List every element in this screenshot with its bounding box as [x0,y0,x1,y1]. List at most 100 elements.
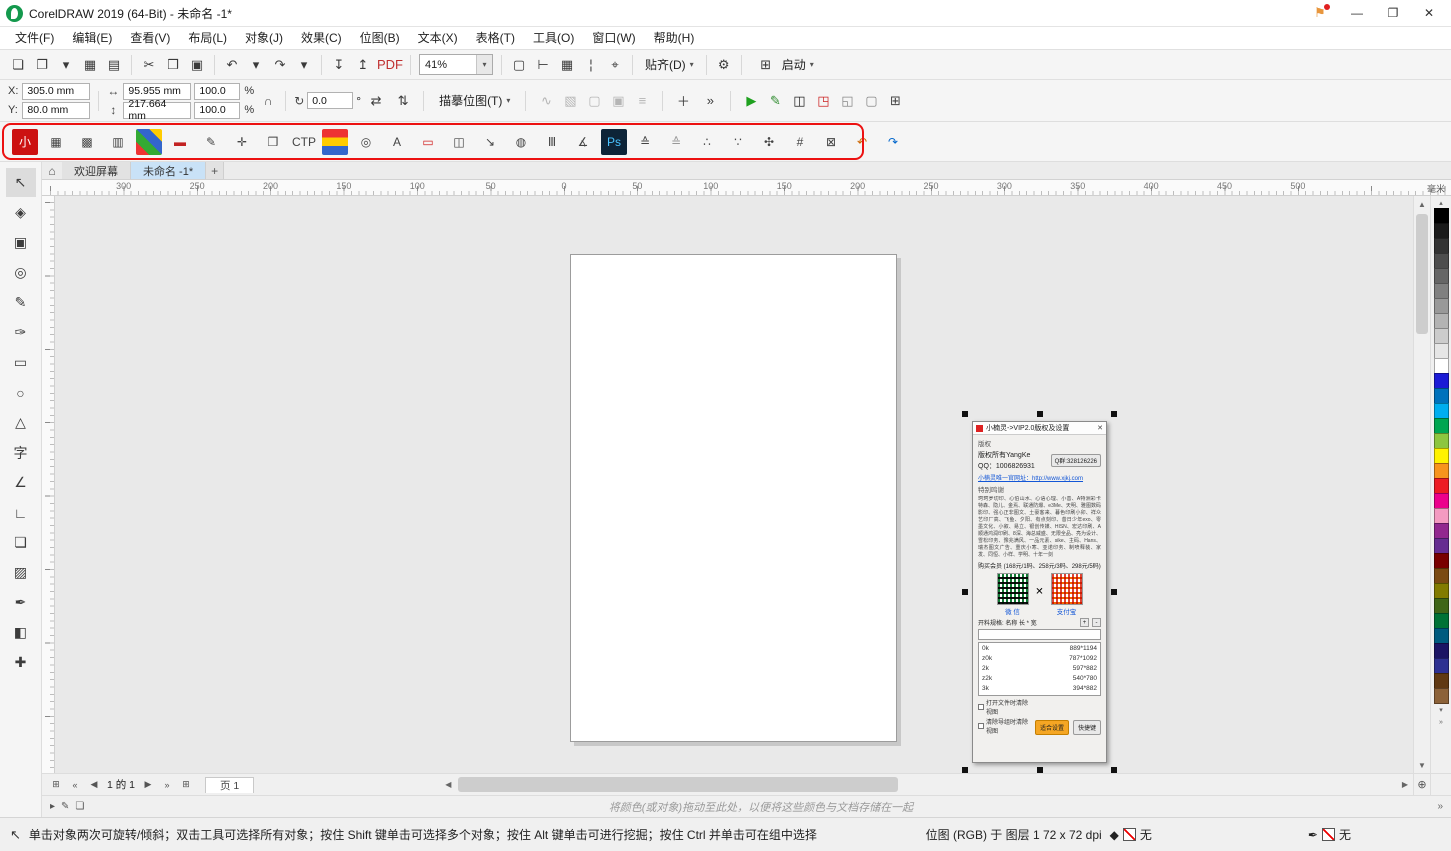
menu-window[interactable]: 窗口(W) [583,27,644,49]
options-button[interactable]: ⚙ [712,53,736,77]
color-swatch[interactable] [1434,328,1449,344]
palette-more-icon[interactable]: » [1439,716,1443,728]
cut-button[interactable]: ✂ [137,53,161,77]
horizontal-scrollbar[interactable]: ◀ ▶ [440,774,1413,795]
qq-group-button[interactable]: Q群:328126226 [1051,454,1101,467]
trace-bitmap-dropdown[interactable]: 描摹位图(T) ▾ [432,89,517,113]
redo-dropdown[interactable]: ▾ [292,53,316,77]
mirror-vertical-button[interactable]: ⇅ [391,89,415,113]
color-swatch[interactable] [1434,538,1449,554]
plugin-unlock-icon[interactable]: ≙ [663,129,689,155]
color-swatch[interactable] [1434,673,1449,689]
scale-y-field[interactable]: 100.0 [194,102,240,119]
open-dropdown[interactable]: ▾ [54,53,78,77]
crop-tool[interactable]: ▣ [6,228,36,257]
palette-down-icon[interactable]: ▾ [1439,704,1443,716]
plugin-redo-icon[interactable]: ↷ [880,129,906,155]
menu-file[interactable]: 文件(F) [6,27,63,49]
show-guidelines-button[interactable]: ¦ [579,53,603,77]
color-swatch[interactable] [1434,643,1449,659]
spec-add-button[interactable]: + [1080,618,1089,627]
color-swatch[interactable] [1434,613,1449,629]
home-icon[interactable]: ⌂ [42,162,62,179]
tray-more-icon[interactable]: » [1437,801,1443,812]
shape-tool[interactable]: ◈ [6,198,36,227]
bitmap-mask-icon[interactable]: ▢ [582,89,606,113]
selection-handle[interactable] [1111,411,1117,417]
plugin-ctp-icon[interactable]: CTP [291,129,317,155]
menu-edit[interactable]: 编辑(E) [63,27,121,49]
polygon-tool[interactable]: △ [6,408,36,437]
color-swatch[interactable] [1434,388,1449,404]
resample-bitmap-icon[interactable]: ▣ [606,89,630,113]
paper-size-row[interactable]: 0k 889*1194 [982,644,1097,654]
wrap-text-icon[interactable]: ≡ [630,89,654,113]
next-page-button[interactable]: ▶ [140,777,156,793]
undo-dropdown[interactable]: ▾ [244,53,268,77]
spec-name-input[interactable] [978,629,1101,640]
selected-object[interactable]: 小楠灵->VIP2.0版权及设置 ✕ 版权 版权所有YangKe QQ：1006… [972,421,1107,763]
vertical-scrollbar[interactable]: ▲ ▼ [1413,196,1430,773]
first-page-button[interactable]: « [67,777,83,793]
color-swatch[interactable] [1434,493,1449,509]
plugin-grid-icon[interactable]: ▦ [43,129,69,155]
color-swatch[interactable] [1434,478,1449,494]
menu-object[interactable]: 对象(J) [236,27,292,49]
color-swatch[interactable] [1434,373,1449,389]
website-link[interactable]: 小楠灵唯一官网址：http://www.xjkj.com [978,473,1101,482]
color-swatch[interactable] [1434,598,1449,614]
redo-button[interactable]: ↷ [268,53,292,77]
plugin-table-icon[interactable]: ▥ [105,129,131,155]
color-swatch[interactable] [1434,448,1449,464]
selection-handle[interactable] [1037,411,1043,417]
publish-pdf-button[interactable]: PDF [375,53,405,77]
color-swatch[interactable] [1434,433,1449,449]
plugin-rotate-copies-icon[interactable]: ✣ [756,129,782,155]
plugin-color-bars-icon[interactable] [322,129,348,155]
undo-button[interactable]: ↶ [220,53,244,77]
tab-untitled-document[interactable]: 未命名 -1* [131,162,206,179]
print-button[interactable]: ▤ [102,53,126,77]
color-eyedropper-tool[interactable]: ✒ [6,588,36,617]
scroll-down-icon[interactable]: ▼ [1414,757,1430,773]
scale-x-field[interactable]: 100.0 [194,83,240,100]
paper-size-row[interactable]: 2k 597*882 [982,664,1097,674]
mirror-horizontal-button[interactable]: ⇄ [364,89,388,113]
outline-status[interactable]: ✒ 无 [1308,826,1351,843]
notification-icon[interactable]: ⚑ [1307,3,1333,23]
drop-shadow-tool[interactable]: ❏ [6,528,36,557]
menu-view[interactable]: 查看(V) [121,27,179,49]
launch-dropdown[interactable]: ⊞ 启动 ▾ [747,53,821,77]
plugin-frame-x-icon[interactable]: ⊠ [818,129,844,155]
plugin-circle-icon[interactable]: ◍ [508,129,534,155]
pick-tool[interactable]: ↖ [6,168,36,197]
expand-tray-icon[interactable]: ▸ [50,801,55,812]
stop-record-button[interactable]: ◱ [835,89,859,113]
color-swatch[interactable] [1434,403,1449,419]
new-tab-button[interactable]: + [206,162,224,179]
snap-toggle-button[interactable]: ⌖ [603,53,627,77]
selection-handle[interactable] [962,767,968,773]
selection-handle[interactable] [1111,589,1117,595]
spec-remove-button[interactable]: - [1092,618,1101,627]
vertical-ruler[interactable] [42,196,55,773]
color-swatch[interactable] [1434,223,1449,239]
object-height-field[interactable]: 217.664 mm [123,102,191,119]
show-rulers-button[interactable]: ⊢ [531,53,555,77]
paste-button[interactable]: ▣ [185,53,209,77]
plugin-cropmarks-icon[interactable]: # [787,129,813,155]
artistic-media-tool[interactable]: ✑ [6,318,36,347]
color-swatch[interactable] [1434,523,1449,539]
dimension-tool[interactable]: ∠ [6,468,36,497]
menu-tools[interactable]: 工具(O) [524,27,583,49]
more-tools-button[interactable]: ✚ [6,648,36,677]
plugin-pen-icon[interactable]: ✎ [198,129,224,155]
plugin-undo-icon[interactable]: ↶ [849,129,875,155]
color-swatch[interactable] [1434,628,1449,644]
transparency-tool[interactable]: ▨ [6,558,36,587]
straighten-image-icon[interactable]: ∿ [534,89,558,113]
rotation-field[interactable]: 0.0 [307,92,353,109]
empty-slot-button[interactable]: ▢ [859,89,883,113]
swatch-icon[interactable]: ❏ [75,801,84,812]
menu-text[interactable]: 文本(X) [409,27,467,49]
